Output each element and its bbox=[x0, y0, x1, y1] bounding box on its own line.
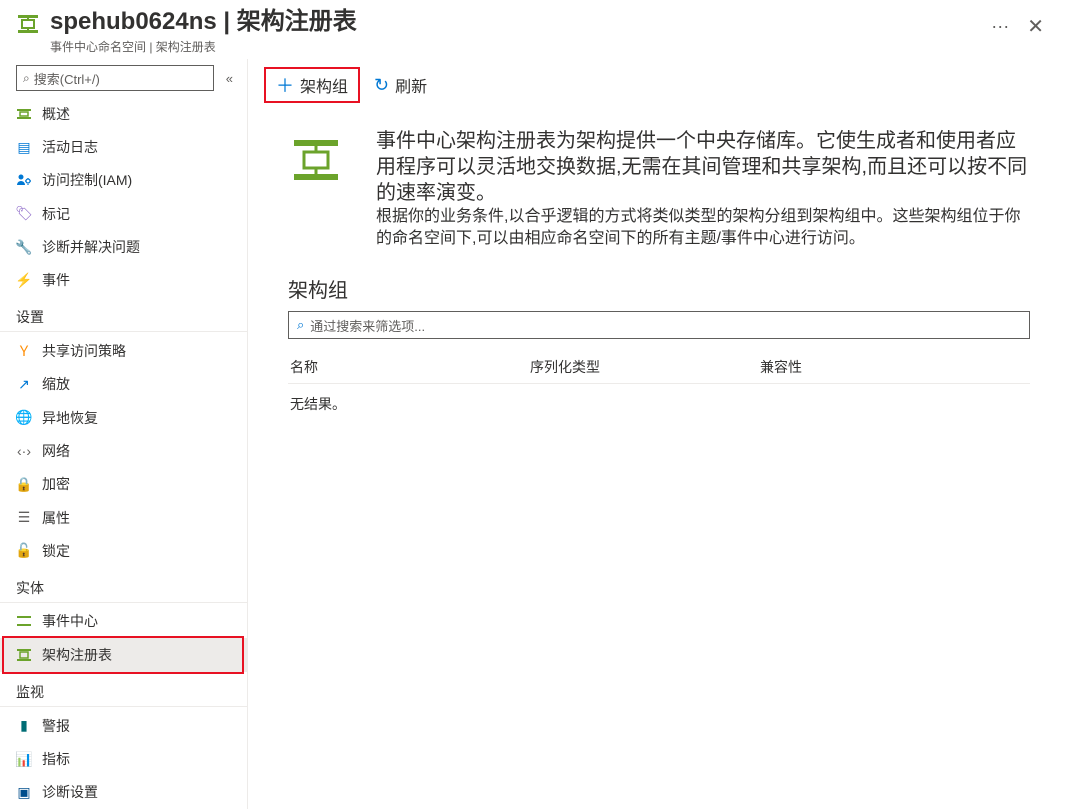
header-text-block: spehub0624ns | 架构注册表 事件中心命名空间 | 架构注册表 bbox=[50, 8, 975, 55]
overview-icon bbox=[16, 106, 32, 122]
nav-label: 警报 bbox=[42, 716, 70, 736]
main-content: ＋ 架构组 ↻ 刷新 事件中心架构注册表为架构提供一个中央存储库。它使生成者和使… bbox=[248, 59, 1070, 809]
toolbar: ＋ 架构组 ↻ 刷新 bbox=[248, 59, 1070, 112]
nav-encryption[interactable]: 🔒 加密 bbox=[0, 468, 247, 501]
metrics-icon: 📊 bbox=[16, 751, 32, 767]
col-serialization[interactable]: 序列化类型 bbox=[530, 357, 760, 377]
nav-locks[interactable]: 🔓 锁定 bbox=[0, 534, 247, 567]
nav-iam[interactable]: 访问控制(IAM) bbox=[0, 164, 247, 197]
nav-label: 事件中心 bbox=[42, 611, 98, 631]
intro-line2: 根据你的业务条件,以合乎逻辑的方式将类似类型的架构分组到架构组中。这些架构组位于… bbox=[376, 206, 1030, 250]
nav-label: 指标 bbox=[42, 749, 70, 769]
search-icon: ⌕ bbox=[23, 71, 30, 86]
add-schema-group-button[interactable]: ＋ 架构组 bbox=[264, 67, 360, 103]
nav-label: 共享访问策略 bbox=[42, 341, 126, 361]
alerts-icon: ▮ bbox=[16, 718, 32, 734]
section-settings: 设置 bbox=[0, 297, 247, 332]
blade-subtitle: 事件中心命名空间 | 架构注册表 bbox=[50, 38, 975, 55]
section-entities: 实体 bbox=[0, 568, 247, 603]
nav-label: 事件 bbox=[42, 270, 70, 290]
tag-icon: 🏷 bbox=[16, 206, 32, 222]
nav-label: 缩放 bbox=[42, 374, 70, 394]
nav-label: 加密 bbox=[42, 474, 70, 494]
search-placeholder: 搜索(Ctrl+/) bbox=[34, 69, 100, 88]
padlock-icon: 🔓 bbox=[16, 543, 32, 559]
sidebar-search-input[interactable]: ⌕ 搜索(Ctrl+/) bbox=[16, 65, 214, 91]
nav-properties[interactable]: ☰ 属性 bbox=[0, 501, 247, 534]
key-icon: Ｙ bbox=[16, 343, 32, 359]
filter-search-icon: ⌕ bbox=[297, 318, 304, 333]
activity-log-icon: ▤ bbox=[16, 139, 32, 155]
scale-icon: ↗ bbox=[16, 376, 32, 392]
nav-network[interactable]: ‹·› 网络 bbox=[0, 434, 247, 467]
nav-label: 诊断并解决问题 bbox=[42, 237, 140, 257]
nav-label: 概述 bbox=[42, 104, 70, 124]
lock-icon: 🔒 bbox=[16, 476, 32, 492]
intro-line1: 事件中心架构注册表为架构提供一个中央存储库。它使生成者和使用者应用程序可以灵活地… bbox=[376, 128, 1030, 206]
schema-registry-icon bbox=[16, 12, 40, 36]
eventhub-icon bbox=[16, 613, 32, 629]
intro-schema-icon bbox=[288, 132, 344, 188]
diagnostics-icon: ▣ bbox=[16, 784, 32, 800]
sidebar: ⌕ 搜索(Ctrl+/) « 概述 ▤ 活动日志 访问控制(IAM) 🏷 标记 … bbox=[0, 59, 248, 809]
nav-label: 异地恢复 bbox=[42, 408, 98, 428]
nav-event-hubs[interactable]: 事件中心 bbox=[0, 605, 247, 638]
nav-label: 属性 bbox=[42, 508, 70, 528]
blade-header: spehub0624ns | 架构注册表 事件中心命名空间 | 架构注册表 ··… bbox=[0, 0, 1070, 59]
intro-block: 事件中心架构注册表为架构提供一个中央存储库。它使生成者和使用者应用程序可以灵活地… bbox=[288, 128, 1030, 250]
nav-label: 活动日志 bbox=[42, 137, 98, 157]
nav-alerts[interactable]: ▮ 警报 bbox=[0, 709, 247, 742]
refresh-label: 刷新 bbox=[395, 73, 427, 97]
nav-diagnostic-settings[interactable]: ▣ 诊断设置 bbox=[0, 776, 247, 809]
refresh-icon: ↻ bbox=[374, 75, 389, 96]
schema-icon bbox=[16, 647, 32, 663]
nav-schema-registry[interactable]: 架构注册表 bbox=[0, 638, 247, 672]
refresh-button[interactable]: ↻ 刷新 bbox=[364, 67, 437, 103]
nav-activity-log[interactable]: ▤ 活动日志 bbox=[0, 130, 247, 163]
filter-placeholder: 通过搜索来筛选项... bbox=[310, 316, 425, 335]
nav-label: 访问控制(IAM) bbox=[42, 170, 132, 190]
schema-groups-title: 架构组 bbox=[288, 274, 1030, 303]
lightning-icon: ⚡ bbox=[16, 272, 32, 288]
nav-tags[interactable]: 🏷 标记 bbox=[0, 197, 247, 230]
section-monitor: 监视 bbox=[0, 672, 247, 707]
globe-icon: 🌐 bbox=[16, 410, 32, 426]
collapse-sidebar-button[interactable]: « bbox=[222, 67, 237, 90]
col-compatibility[interactable]: 兼容性 bbox=[760, 357, 1028, 377]
nav-label: 架构注册表 bbox=[42, 645, 112, 665]
nav-diagnose[interactable]: 🔧 诊断并解决问题 bbox=[0, 230, 247, 263]
nav-label: 标记 bbox=[42, 204, 70, 224]
properties-icon: ☰ bbox=[16, 510, 32, 526]
col-name[interactable]: 名称 bbox=[290, 357, 530, 377]
filter-input[interactable]: ⌕ 通过搜索来筛选项... bbox=[288, 311, 1030, 339]
table-header: 名称 序列化类型 兼容性 bbox=[288, 351, 1030, 384]
close-button[interactable]: ✕ bbox=[1017, 10, 1054, 43]
blade-title: spehub0624ns | 架构注册表 bbox=[50, 8, 975, 36]
nav-label: 诊断设置 bbox=[42, 782, 98, 802]
nav-geo-recovery[interactable]: 🌐 异地恢复 bbox=[0, 401, 247, 434]
nav-label: 网络 bbox=[42, 441, 70, 461]
network-icon: ‹·› bbox=[16, 443, 32, 459]
no-results-text: 无结果。 bbox=[288, 384, 1030, 424]
plus-icon: ＋ bbox=[276, 72, 294, 98]
nav-shared-access[interactable]: Ｙ 共享访问策略 bbox=[0, 334, 247, 367]
nav-scale[interactable]: ↗ 缩放 bbox=[0, 368, 247, 401]
wrench-icon: 🔧 bbox=[16, 239, 32, 255]
more-button[interactable]: ··· bbox=[983, 12, 1017, 41]
nav-metrics[interactable]: 📊 指标 bbox=[0, 742, 247, 775]
iam-icon bbox=[16, 172, 32, 188]
nav-overview[interactable]: 概述 bbox=[0, 97, 247, 130]
nav-label: 锁定 bbox=[42, 541, 70, 561]
add-label: 架构组 bbox=[300, 73, 348, 97]
nav-events[interactable]: ⚡ 事件 bbox=[0, 264, 247, 297]
